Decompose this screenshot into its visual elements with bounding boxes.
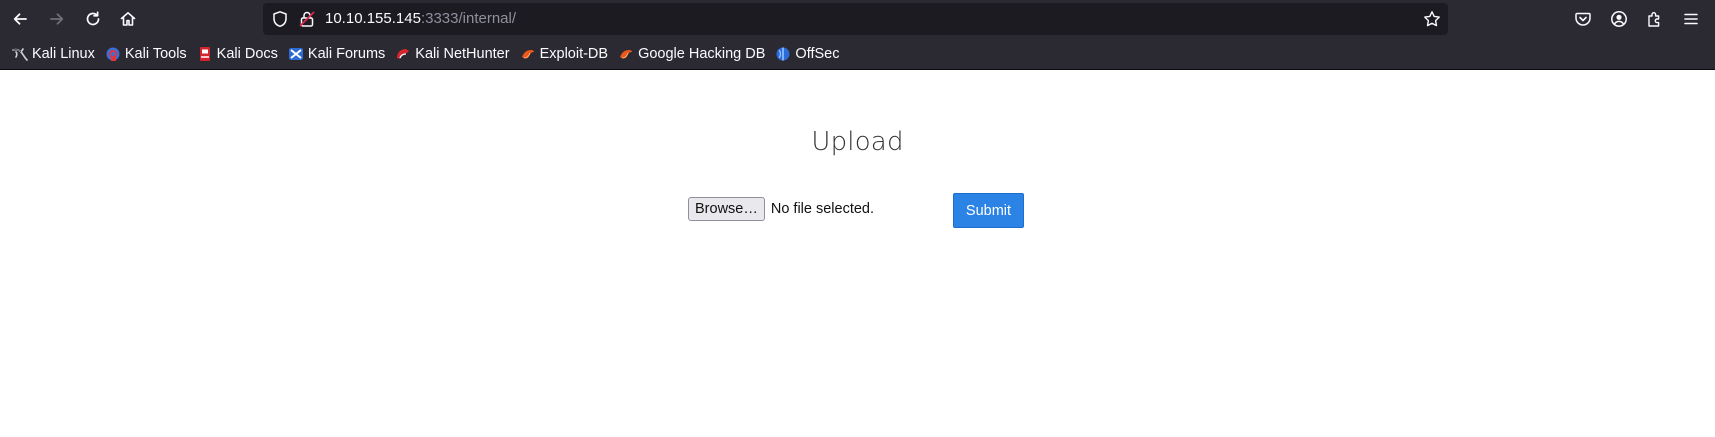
file-input[interactable]: Browse… No file selected.: [688, 197, 874, 221]
tracking-shield-icon[interactable]: [271, 10, 289, 28]
bookmark-label: Kali NetHunter: [415, 46, 510, 62]
forward-arrow-icon: [50, 13, 64, 25]
bookmark-exploit-db[interactable]: Exploit-DB: [516, 42, 613, 66]
navigation-toolbar: 10.10.155.145:3333/internal/: [0, 0, 1715, 38]
page-content: Upload Browse… No file selected. Submit: [0, 70, 1715, 437]
home-button[interactable]: [112, 3, 144, 35]
page-title: Upload: [811, 127, 904, 157]
account-button[interactable]: [1603, 3, 1635, 35]
extensions-icon: [1648, 12, 1660, 27]
bookmark-kali-nethunter[interactable]: Kali NetHunter: [391, 42, 513, 66]
ghdb-icon: [620, 50, 633, 59]
bookmark-label: Kali Tools: [124, 46, 187, 62]
browser-chrome: 10.10.155.145:3333/internal/ Kali Linux …: [0, 0, 1715, 70]
reload-icon: [86, 11, 100, 26]
bookmarks-toolbar: Kali Linux Kali Tools Kali Docs Kali For…: [0, 40, 1715, 68]
bookmark-label: OffSec: [795, 46, 840, 62]
url-bar[interactable]: 10.10.155.145:3333/internal/: [263, 3, 1448, 35]
kali-forums-icon: [288, 48, 303, 60]
kali-docs-icon: [199, 47, 210, 61]
url-host: 10.10.155.145: [325, 10, 421, 27]
back-button[interactable]: [4, 3, 36, 35]
back-arrow-icon: [13, 13, 27, 25]
pocket-icon: [1575, 12, 1591, 26]
bookmark-kali-tools[interactable]: Kali Tools: [101, 42, 191, 66]
bookmark-star-icon[interactable]: [1423, 10, 1441, 28]
menu-button[interactable]: [1675, 3, 1707, 35]
home-icon: [120, 12, 136, 26]
url-text[interactable]: 10.10.155.145:3333/internal/: [325, 10, 516, 28]
account-icon: [1611, 11, 1627, 27]
bookmark-google-hacking-db[interactable]: Google Hacking DB: [614, 42, 769, 66]
bookmark-offsec[interactable]: OffSec: [771, 42, 843, 66]
bookmark-label: Kali Linux: [32, 46, 95, 62]
offsec-icon: [776, 47, 790, 61]
kali-nethunter-icon: [397, 49, 410, 59]
bookmark-label: Exploit-DB: [539, 46, 609, 62]
browse-button[interactable]: Browse…: [688, 197, 765, 221]
hamburger-menu-icon: [1684, 13, 1698, 25]
reload-button[interactable]: [77, 3, 109, 35]
submit-button[interactable]: Submit: [953, 193, 1024, 228]
file-status-text: No file selected.: [770, 201, 875, 217]
bookmark-label: Kali Docs: [216, 46, 278, 62]
bookmark-kali-forums[interactable]: Kali Forums: [284, 42, 389, 66]
forward-button[interactable]: [41, 3, 73, 35]
pocket-button[interactable]: [1567, 3, 1599, 35]
bookmark-kali-linux[interactable]: Kali Linux: [8, 42, 99, 66]
extensions-button[interactable]: [1639, 3, 1671, 35]
insecure-lock-icon[interactable]: [298, 10, 316, 28]
kali-tools-icon: [106, 47, 120, 61]
exploit-db-icon: [521, 50, 534, 59]
bookmark-label: Kali Forums: [307, 46, 386, 62]
bookmark-label: Google Hacking DB: [638, 46, 766, 62]
url-path: :3333/internal/: [420, 10, 517, 27]
kali-dragon-icon: [12, 48, 28, 61]
bookmark-kali-docs[interactable]: Kali Docs: [193, 42, 282, 66]
